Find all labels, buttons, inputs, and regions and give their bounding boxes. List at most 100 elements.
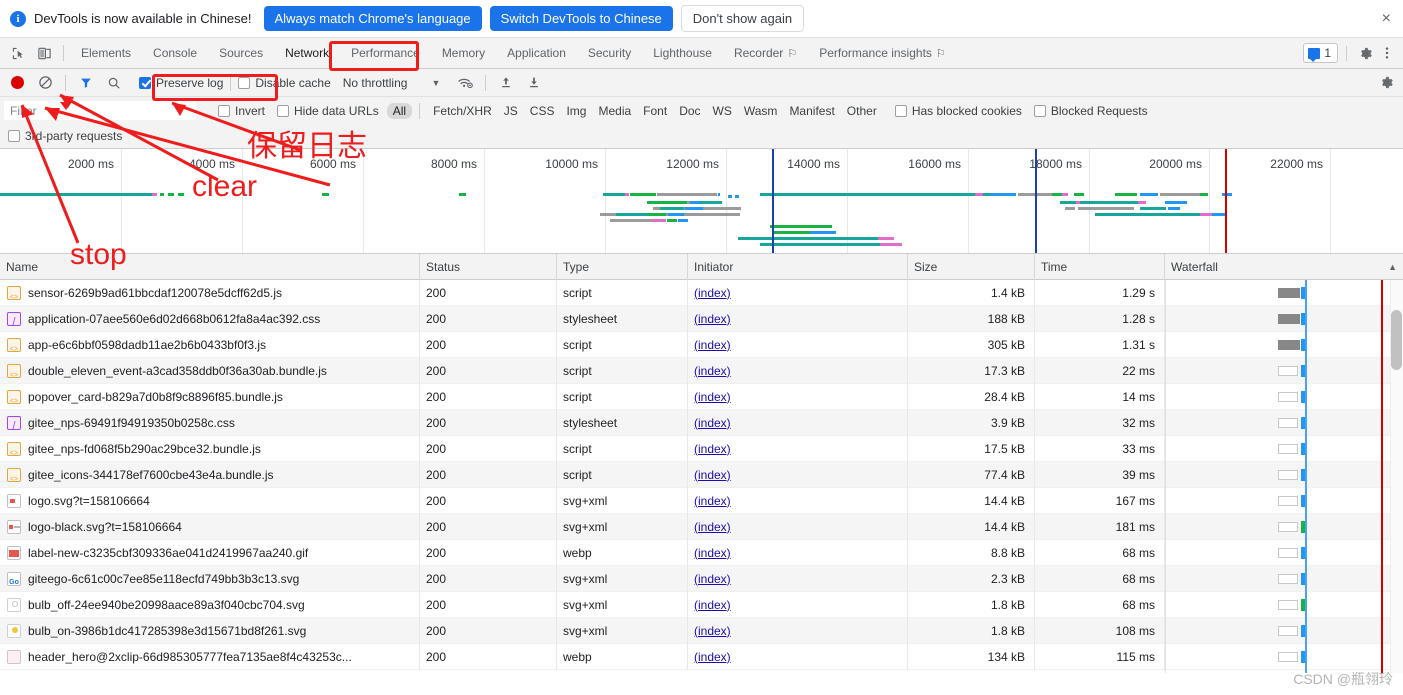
tab-application[interactable]: Application: [496, 38, 577, 68]
export-har-icon[interactable]: [521, 71, 547, 95]
table-row[interactable]: logo.svg?t=158106664 200 svg+xml (index) 14.…: [0, 487, 1403, 514]
table-row[interactable]: gitee_nps-69491f94919350b0258c.css 200sty…: [0, 409, 1403, 436]
initiator-link[interactable]: (index): [694, 468, 731, 482]
filter-type-css[interactable]: CSS: [524, 103, 561, 119]
scrollbar-thumb[interactable]: [1391, 310, 1402, 370]
table-row[interactable]: logo-black.svg?t=158106664 200 svg+xml (ind…: [0, 513, 1403, 540]
cell-name[interactable]: logo-black.svg?t=158106664: [0, 513, 420, 540]
third-party-requests-checkbox[interactable]: 3rd-party requests: [8, 129, 122, 143]
cell-name[interactable]: sensor-6269b9ad61bbcdaf120078e5dcff62d5.…: [0, 280, 420, 306]
tab-sources[interactable]: Sources: [208, 38, 274, 68]
filter-type-doc[interactable]: Doc: [673, 103, 706, 119]
table-row[interactable]: popover_card-b829a7d0b8f9c8896f85.bundle…: [0, 383, 1403, 410]
throttling-select[interactable]: No throttling: [343, 76, 408, 90]
cell-name[interactable]: gitee_nps-69491f94919350b0258c.css: [0, 409, 420, 436]
dont-show-again-button[interactable]: Don't show again: [680, 5, 805, 32]
invert-checkbox-box[interactable]: [218, 104, 230, 117]
initiator-link[interactable]: (index): [694, 416, 731, 430]
inspect-element-icon[interactable]: [5, 41, 31, 65]
initiator-link[interactable]: (index): [694, 650, 731, 664]
initiator-link[interactable]: (index): [694, 598, 731, 612]
cell-name[interactable]: application-07aee560e6d02d668b0612fa8a4a…: [0, 305, 420, 332]
kebab-menu-icon[interactable]: [1377, 43, 1397, 63]
cell-name[interactable]: popover_card-b829a7d0b8f9c8896f85.bundle…: [0, 383, 420, 410]
column-header-type[interactable]: Type: [557, 253, 688, 280]
column-header-size[interactable]: Size: [908, 253, 1035, 280]
initiator-link[interactable]: (index): [694, 494, 731, 508]
column-header-waterfall[interactable]: Waterfall ▲: [1165, 254, 1403, 280]
device-toolbar-icon[interactable]: [31, 41, 57, 65]
has-blocked-cookies-checkbox-box[interactable]: [894, 104, 907, 117]
invert-checkbox[interactable]: Invert: [218, 104, 265, 118]
network-settings-gear-icon[interactable]: [1373, 71, 1399, 95]
record-button[interactable]: [4, 71, 30, 95]
hide-data-urls-checkbox[interactable]: Hide data URLs: [277, 104, 379, 118]
filter-funnel-icon[interactable]: [73, 71, 99, 95]
filter-type-js[interactable]: JS: [498, 103, 524, 119]
network-conditions-icon[interactable]: [452, 71, 478, 95]
disable-cache-checkbox[interactable]: Disable cache: [238, 76, 331, 90]
table-row[interactable]: label-new-c3235cbf309336ae041d2419967aa2…: [0, 539, 1403, 566]
filter-type-fetch-xhr[interactable]: Fetch/XHR: [427, 103, 498, 119]
initiator-link[interactable]: (index): [694, 442, 731, 456]
third-party-requests-checkbox-box[interactable]: [8, 130, 20, 142]
search-icon[interactable]: [101, 71, 127, 95]
close-icon[interactable]: ×: [1378, 10, 1395, 27]
table-row[interactable]: giteego-6c61c00c7ee85e118ecfd749bb3b3c13…: [0, 565, 1403, 592]
table-row[interactable]: bulb_on-3986b1dc417285398e3d15671bd8f261…: [0, 617, 1403, 644]
filter-input[interactable]: [4, 101, 196, 120]
tab-lighthouse[interactable]: Lighthouse: [642, 38, 723, 68]
gear-icon[interactable]: [1355, 43, 1375, 63]
initiator-link[interactable]: (index): [694, 390, 731, 404]
tab-console[interactable]: Console: [142, 38, 208, 68]
cell-name[interactable]: logo.svg?t=158106664: [0, 487, 420, 514]
initiator-link[interactable]: (index): [694, 520, 731, 534]
initiator-link[interactable]: (index): [694, 286, 731, 300]
column-header-name[interactable]: Name: [0, 253, 420, 280]
tab-network[interactable]: Network: [274, 38, 340, 68]
filter-type-other[interactable]: Other: [841, 103, 883, 119]
cell-name[interactable]: bulb_off-24ee940be20998aace89a3f040cbc70…: [0, 591, 420, 618]
filter-type-font[interactable]: Font: [637, 103, 673, 119]
filter-type-manifest[interactable]: Manifest: [783, 103, 840, 119]
tab-performance[interactable]: Performance: [340, 38, 431, 68]
cell-name[interactable]: bulb_on-3986b1dc417285398e3d15671bd8f261…: [0, 617, 420, 644]
table-row[interactable]: application-07aee560e6d02d668b0612fa8a4a…: [0, 305, 1403, 332]
table-row[interactable]: gitee_nps-fd068f5b290ac29bce32.bundle.js…: [0, 435, 1403, 462]
filter-type-ws[interactable]: WS: [707, 103, 738, 119]
table-row[interactable]: bulb_off-24ee940be20998aace89a3f040cbc70…: [0, 591, 1403, 618]
cell-name[interactable]: giteego-6c61c00c7ee85e118ecfd749bb3b3c13…: [0, 565, 420, 592]
preserve-log-checkbox[interactable]: Preserve log: [139, 76, 223, 90]
cell-name[interactable]: gitee_icons-344178ef7600cbe43e4a.bundle.…: [0, 461, 420, 488]
cell-name[interactable]: header_hero@2xclip-66d985305777fea7135ae…: [0, 643, 420, 670]
column-header-initiator[interactable]: Initiator: [688, 253, 908, 280]
vertical-scrollbar[interactable]: [1390, 280, 1403, 673]
initiator-link[interactable]: (index): [694, 364, 731, 378]
tab-memory[interactable]: Memory: [431, 38, 496, 68]
tab-elements[interactable]: Elements: [70, 38, 142, 68]
initiator-link[interactable]: (index): [694, 312, 731, 326]
column-header-time[interactable]: Time: [1035, 253, 1165, 280]
table-row[interactable]: double_eleven_event-a3cad358ddb0f36a30ab…: [0, 357, 1403, 384]
preserve-log-checkbox-box[interactable]: [139, 76, 151, 89]
filter-type-wasm[interactable]: Wasm: [738, 103, 784, 119]
blocked-requests-checkbox[interactable]: Blocked Requests: [1033, 104, 1148, 118]
issues-counter-button[interactable]: 1: [1303, 43, 1338, 63]
blocked-requests-checkbox-box[interactable]: [1033, 104, 1046, 117]
initiator-link[interactable]: (index): [694, 546, 731, 560]
column-header-status[interactable]: Status: [420, 253, 557, 280]
requests-table-body[interactable]: sensor-6269b9ad61bbcdaf120078e5dcff62d5.…: [0, 280, 1403, 673]
initiator-link[interactable]: (index): [694, 624, 731, 638]
tab-security[interactable]: Security: [577, 38, 642, 68]
clear-button[interactable]: [32, 71, 58, 95]
filter-type-media[interactable]: Media: [592, 103, 637, 119]
switch-devtools-to-chinese-button[interactable]: Switch DevTools to Chinese: [489, 6, 673, 31]
table-row[interactable]: sensor-6269b9ad61bbcdaf120078e5dcff62d5.…: [0, 280, 1403, 306]
cell-name[interactable]: double_eleven_event-a3cad358ddb0f36a30ab…: [0, 357, 420, 384]
cell-name[interactable]: label-new-c3235cbf309336ae041d2419967aa2…: [0, 539, 420, 566]
tab-performance-insights[interactable]: Performance insights ⚐: [808, 38, 957, 68]
network-overview-timeline[interactable]: 2000 ms 4000 ms 6000 ms 8000 ms 10000 ms 1200…: [0, 149, 1403, 254]
always-match-language-button[interactable]: Always match Chrome's language: [263, 6, 482, 31]
has-blocked-cookies-checkbox[interactable]: Has blocked cookies: [894, 104, 1022, 118]
cell-name[interactable]: gitee_nps-fd068f5b290ac29bce32.bundle.js: [0, 435, 420, 462]
